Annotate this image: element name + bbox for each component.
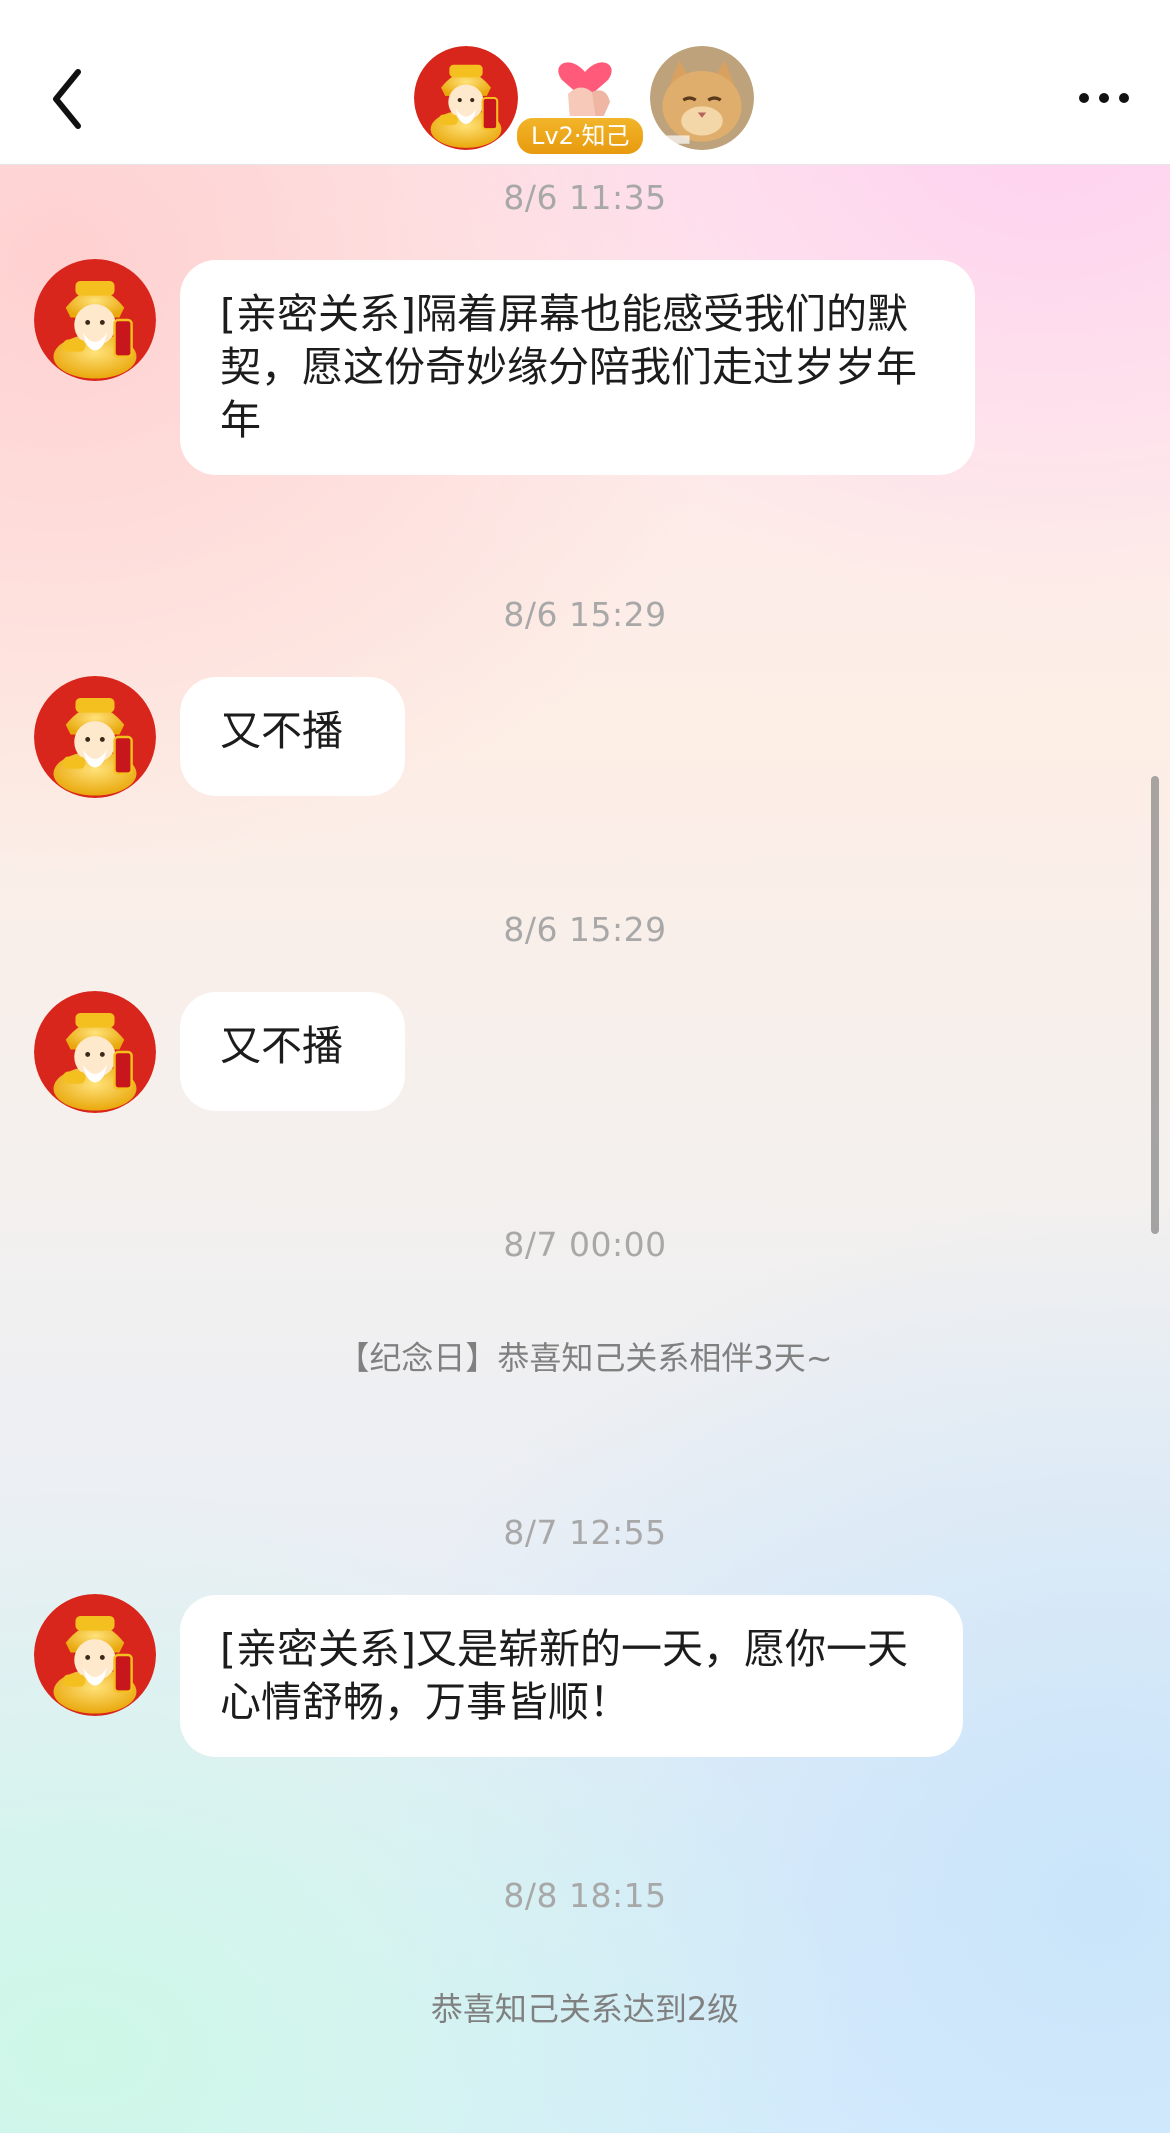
message-text: 又不播 — [220, 707, 343, 755]
message-bubble[interactable]: 又不播 — [180, 677, 405, 796]
sender-avatar[interactable] — [34, 676, 156, 798]
sender-avatar[interactable] — [34, 259, 156, 381]
message-text: 又不播 — [220, 1022, 343, 1070]
message-bubble[interactable]: 又不播 — [180, 992, 405, 1111]
relationship-level-badge[interactable]: Lv2·知己 — [515, 116, 646, 156]
my-avatar[interactable] — [414, 46, 518, 150]
message-text: [亲密关系]隔着屏幕也能感受我们的默契，愿这份奇妙缘分陪我们走过岁岁年年 — [220, 290, 917, 444]
timestamp: 8/6 15:29 — [503, 595, 667, 634]
timestamp: 8/7 00:00 — [503, 1225, 667, 1264]
scrollbar[interactable] — [1151, 776, 1159, 1234]
partner-avatar[interactable] — [650, 46, 754, 150]
more-options-button[interactable] — [1074, 80, 1134, 116]
message-text: [亲密关系]又是崭新的一天，愿你一天心情舒畅，万事皆顺！ — [220, 1625, 908, 1726]
more-dots-icon — [1079, 93, 1129, 103]
system-notice: 恭喜知己关系达到2级 — [430, 1990, 740, 2028]
sender-avatar[interactable] — [34, 991, 156, 1113]
back-button[interactable] — [48, 64, 108, 134]
timestamp: 8/6 15:29 — [503, 910, 667, 949]
timestamp: 8/8 18:15 — [503, 1876, 667, 1915]
heart-hand-icon — [558, 62, 612, 120]
timestamp: 8/7 12:55 — [503, 1513, 667, 1552]
message-bubble[interactable]: [亲密关系]隔着屏幕也能感受我们的默契，愿这份奇妙缘分陪我们走过岁岁年年 — [180, 260, 975, 475]
chat-header: Lv2·知己 — [0, 0, 1170, 165]
message-bubble[interactable]: [亲密关系]又是崭新的一天，愿你一天心情舒畅，万事皆顺！ — [180, 1595, 963, 1757]
system-notice: 【纪念日】恭喜知己关系相伴3天~ — [337, 1339, 833, 1377]
sender-avatar[interactable] — [34, 1594, 156, 1716]
timestamp: 8/6 11:35 — [503, 178, 667, 217]
chevron-left-icon — [53, 69, 81, 129]
